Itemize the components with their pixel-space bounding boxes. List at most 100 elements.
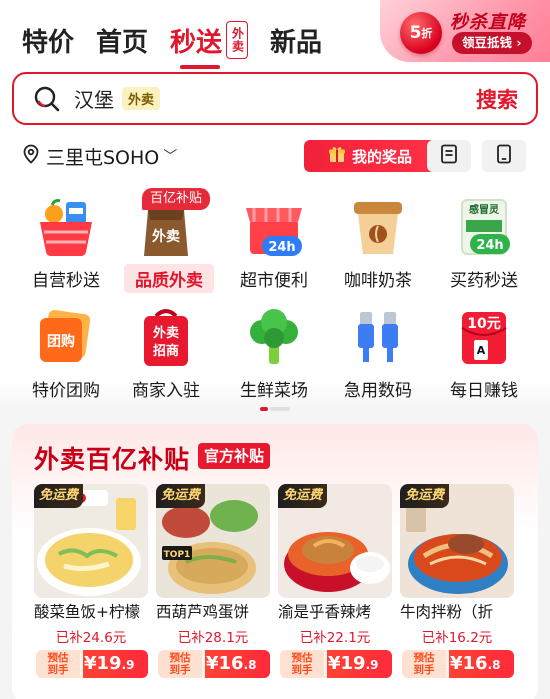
- promo-pill: 领豆抵钱 ›: [452, 32, 532, 54]
- category-label: 超市便利: [240, 271, 308, 291]
- section-title: 外卖百亿补贴: [34, 445, 191, 474]
- dish-card[interactable]: 免运费 酸菜鱼饭+柠檬 已补24.6元 预估到手 ¥19.9: [34, 484, 148, 684]
- tab-home[interactable]: 首页: [96, 22, 148, 59]
- dish-name: 酸菜鱼饭+柠檬: [34, 603, 140, 621]
- search-input[interactable]: 汉堡: [74, 84, 114, 113]
- active-tab-indicator: [180, 65, 221, 69]
- svg-text:TOP1: TOP1: [164, 550, 191, 560]
- search-icon: [32, 84, 62, 114]
- free-delivery-tag: 免运费: [278, 484, 328, 508]
- svg-text:外卖: 外卖: [152, 228, 180, 245]
- price-value: ¥19.9: [84, 653, 135, 674]
- category-label: 自营秒送: [32, 271, 100, 291]
- estimated-label-text: 预估到手: [169, 652, 191, 676]
- dish-name: 牛肉拌粉（折: [400, 603, 494, 621]
- price-dec: .9: [365, 658, 379, 672]
- location-selector[interactable]: 三里屯SOHO: [46, 143, 159, 170]
- price-int: ¥19: [328, 653, 366, 674]
- group-ticket-icon: 团购: [34, 306, 98, 370]
- dish-card[interactable]: 免运费 渝是乎香辣烤 已补22.1元 预估到手 ¥19.9: [278, 484, 392, 684]
- coffee-cup-icon: [346, 196, 410, 260]
- price-int: ¥19: [84, 653, 122, 674]
- tab-new[interactable]: 新品: [270, 22, 322, 59]
- discount-value: 5: [409, 23, 422, 43]
- category-label: 品质外卖: [124, 264, 214, 293]
- orders-button[interactable]: [427, 140, 471, 172]
- dish-card[interactable]: TOP1 免运费 西葫芦鸡蛋饼 已补28.1元 预估到手 ¥16.8: [156, 484, 270, 684]
- flash-sale-promo[interactable]: 5折 秒杀直降 领豆抵钱 ›: [380, 0, 550, 62]
- price-tag[interactable]: 预估到手 ¥16.8: [158, 650, 270, 678]
- broccoli-icon: [242, 306, 306, 370]
- svg-text:外卖: 外卖: [152, 325, 179, 341]
- subsidy-section: 外卖百亿补贴 官方补贴 免运费 酸菜鱼饭+柠檬 已补24.6元 预估到手 ¥19…: [12, 424, 538, 699]
- dish-name: 渝是乎香辣烤: [278, 603, 372, 621]
- search-bar[interactable]: 汉堡 外卖 搜索: [12, 72, 538, 125]
- discount-unit: 折: [421, 27, 433, 40]
- search-scope-chip: 外卖: [122, 87, 161, 110]
- tab-miaosong[interactable]: 秒送 外卖: [170, 21, 249, 69]
- tab-waimai-tag-text: 外卖: [230, 27, 245, 53]
- subsidy-badge: 百亿补贴: [142, 188, 211, 210]
- dish-subsidy: 已补28.1元: [177, 630, 249, 646]
- merchant-bag-icon: 外卖 招商: [134, 306, 198, 370]
- svg-text:10元: 10元: [467, 316, 500, 332]
- svg-text:团购: 团购: [47, 333, 75, 350]
- estimated-label: 预估到手: [36, 650, 80, 678]
- estimated-label-text: 预估到手: [291, 652, 313, 676]
- red-envelope-icon: 10元 A: [452, 306, 516, 370]
- location-pin-icon: [22, 144, 40, 168]
- promo-title: 秒杀直降: [450, 12, 526, 33]
- price-dec: .8: [243, 658, 257, 672]
- discount-bubble: 5折: [400, 12, 442, 54]
- official-subsidy-tag: 官方补贴: [198, 443, 271, 469]
- category-label: 特价团购: [32, 381, 100, 401]
- estimated-label-text: 预估到手: [413, 652, 435, 676]
- tab-tejia[interactable]: 特价: [22, 22, 74, 59]
- estimated-label: 预估到手: [158, 650, 202, 678]
- basket-icon: [34, 196, 98, 260]
- dish-subsidy: 已补16.2元: [421, 630, 493, 646]
- dish-card[interactable]: 免运费 牛肉拌粉（折 已补16.2元 预估到手 ¥16.8: [400, 484, 514, 684]
- search-button[interactable]: 搜索: [476, 84, 518, 114]
- tab-waimai-tag: 外卖: [226, 21, 249, 59]
- store-icon: 24h: [242, 196, 306, 260]
- price-tag[interactable]: 预估到手 ¥16.8: [402, 650, 514, 678]
- svg-text:24h: 24h: [268, 240, 295, 255]
- free-delivery-tag: 免运费: [34, 484, 84, 508]
- phone-button[interactable]: [482, 140, 526, 172]
- usb-cable-icon: [346, 306, 410, 370]
- price-value: ¥16.8: [206, 653, 257, 674]
- my-prizes-button[interactable]: 我的奖品: [304, 140, 436, 172]
- dish-name: 西葫芦鸡蛋饼: [156, 603, 250, 621]
- estimated-label: 预估到手: [402, 650, 446, 678]
- price-tag[interactable]: 预估到手 ¥19.9: [36, 650, 148, 678]
- price-value: ¥16.8: [450, 653, 501, 674]
- price-int: ¥16: [450, 653, 488, 674]
- category-label: 买药秒送: [450, 271, 518, 291]
- top-tabs: 特价 首页 秒送 外卖 新品: [22, 18, 344, 69]
- price-int: ¥16: [206, 653, 244, 674]
- dish-subsidy: 已补24.6元: [55, 630, 127, 646]
- price-tag[interactable]: 预估到手 ¥19.9: [280, 650, 392, 678]
- location-row: 三里屯SOHO ﹀ 我的奖品: [22, 138, 532, 174]
- medicine-icon: 感冒灵 24h: [452, 196, 516, 260]
- estimated-label-text: 预估到手: [47, 652, 69, 676]
- category-label: 急用数码: [344, 381, 412, 401]
- tab-miaosong-label: 秒送: [170, 27, 223, 58]
- price-dec: .8: [487, 658, 501, 672]
- document-icon: [440, 144, 458, 168]
- estimated-label: 预估到手: [280, 650, 324, 678]
- category-label: 每日赚钱: [450, 381, 518, 401]
- phone-icon: [496, 144, 512, 168]
- free-delivery-tag: 免运费: [156, 484, 206, 508]
- price-value: ¥19.9: [328, 653, 379, 674]
- category-label: 商家入驻: [132, 381, 200, 401]
- my-prizes-label: 我的奖品: [351, 147, 412, 166]
- price-dec: .9: [121, 658, 135, 672]
- svg-text:招商: 招商: [153, 343, 179, 359]
- category-pager: [260, 407, 290, 411]
- category-label: 生鲜菜场: [240, 381, 308, 401]
- chevron-down-icon[interactable]: ﹀: [163, 146, 177, 166]
- svg-text:24h: 24h: [476, 238, 503, 253]
- dish-subsidy: 已补22.1元: [299, 630, 371, 646]
